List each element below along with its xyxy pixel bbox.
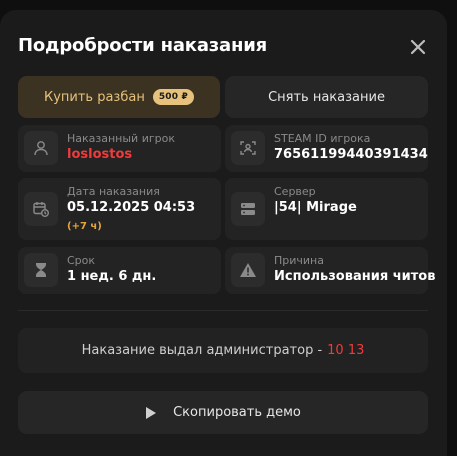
close-icon[interactable]: [408, 37, 428, 57]
date-card: Дата наказания 05.12.2025 04:53 (+7 ч): [18, 178, 221, 240]
calendar-clock-icon: [24, 192, 58, 226]
server-value[interactable]: |54| Mirage: [274, 200, 357, 215]
warning-icon: [231, 253, 265, 287]
server-label: Сервер: [274, 185, 316, 198]
term-card: Срок 1 нед. 6 дн.: [18, 247, 221, 294]
term-label: Срок: [67, 254, 96, 267]
reason-label: Причина: [274, 254, 324, 267]
reason-card: Причина Использования читов: [225, 247, 435, 294]
modal-title: Подробрости наказания: [18, 35, 267, 56]
copy-demo-label: Скопировать демо: [173, 405, 301, 420]
copy-demo-button[interactable]: Скопировать демо: [18, 391, 428, 434]
date-value: 05.12.2025 04:53: [67, 200, 196, 215]
admin-info: Наказание выдал администратор - 10 13: [18, 328, 428, 373]
steam-id-label: STEAM ID игрока: [274, 132, 371, 145]
remove-punishment-button[interactable]: Снять наказание: [225, 76, 428, 118]
steam-id-card: STEAM ID игрока 76561199440391434: [225, 125, 428, 172]
server-icon: [231, 192, 265, 226]
player-card: Наказанный игрок loslostos: [18, 125, 221, 172]
divider: [18, 310, 428, 311]
user-icon: [24, 131, 58, 165]
price-badge: 500 ₽: [152, 89, 195, 105]
admin-name[interactable]: 10 13: [327, 343, 364, 358]
face-scan-icon: [231, 131, 265, 165]
play-icon: [146, 406, 157, 419]
buy-unban-button[interactable]: Купить разбан 500 ₽: [18, 76, 220, 118]
punishment-details-modal: Подробрости наказания Купить разбан 500 …: [0, 10, 447, 456]
steam-id-value: 76561199440391434: [274, 147, 428, 162]
server-card: Сервер |54| Mirage: [225, 178, 428, 240]
buy-unban-label: Купить разбан: [43, 89, 145, 105]
term-value: 1 нед. 6 дн.: [67, 269, 157, 284]
player-label: Наказанный игрок: [67, 132, 175, 145]
admin-info-text: Наказание выдал администратор -: [81, 343, 323, 358]
timezone-offset: (+7 ч): [67, 221, 102, 232]
player-name[interactable]: loslostos: [67, 147, 132, 162]
hourglass-icon: [24, 253, 58, 287]
date-label: Дата наказания: [67, 185, 160, 198]
reason-value: Использования читов: [274, 269, 436, 284]
